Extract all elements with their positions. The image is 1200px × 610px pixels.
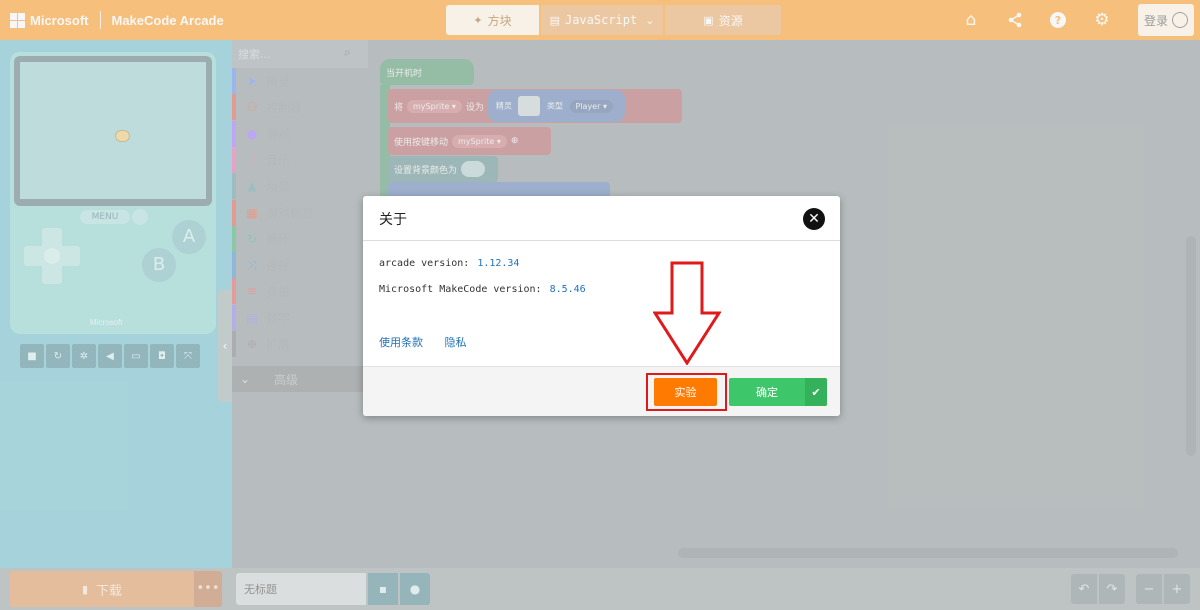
ok-label: 确定: [756, 386, 778, 399]
ok-button[interactable]: 确定 ✔: [729, 378, 827, 406]
terms-of-use-link[interactable]: 使用条款: [379, 336, 423, 349]
about-dialog: 关于 ✕ arcade version: 1.12.34 Microsoft Ma…: [363, 196, 840, 416]
dialog-title: 关于: [379, 212, 407, 228]
close-icon[interactable]: ✕: [803, 208, 825, 230]
privacy-link[interactable]: 隐私: [445, 336, 467, 349]
makecode-version-value: 8.5.46: [549, 284, 586, 295]
arcade-version-row: arcade version: 1.12.34: [379, 258, 519, 269]
dialog-footer: 实验 确定 ✔: [363, 366, 840, 416]
makecode-version-label: Microsoft MakeCode version:: [379, 284, 542, 295]
arcade-version-label: arcade version:: [379, 258, 470, 269]
down-arrow-annotation-icon: [653, 261, 721, 365]
checkmark-icon: ✔: [805, 378, 827, 406]
experiments-button[interactable]: 实验: [654, 378, 717, 406]
arcade-version-value: 1.12.34: [477, 258, 520, 269]
makecode-version-row: Microsoft MakeCode version: 8.5.46: [379, 284, 586, 295]
dialog-links: 使用条款 隐私: [379, 334, 485, 350]
dialog-header: 关于 ✕: [363, 196, 840, 241]
